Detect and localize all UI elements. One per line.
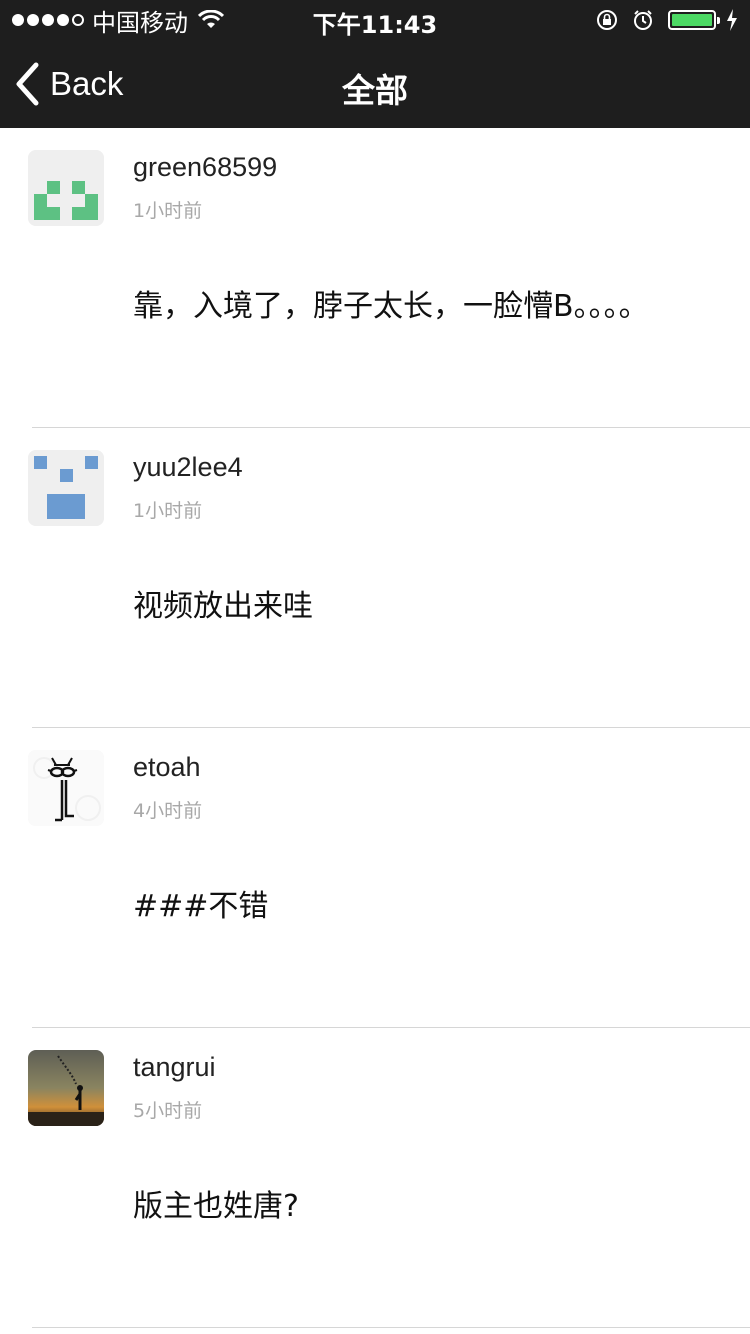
username[interactable]: etoah (133, 752, 201, 783)
username[interactable]: green68599 (133, 152, 277, 183)
comment-item: tangrui 5小时前 版主也姓唐? (0, 1028, 750, 1328)
avatar[interactable] (28, 750, 104, 826)
avatar[interactable] (28, 450, 104, 526)
comment-item: yuu2lee4 1小时前 视频放出来哇 (0, 428, 750, 728)
avatar[interactable] (28, 150, 104, 226)
comment-list: green68599 1小时前 靠，入境了，脖子太长，一脸懵B。。。。 yuu2… (0, 128, 750, 1328)
timestamp: 5小时前 (133, 1100, 203, 1122)
timestamp: 4小时前 (133, 800, 203, 822)
rotation-lock-icon (597, 10, 617, 30)
comment-item: etoah 4小时前 ###不错 (0, 728, 750, 1028)
comment-text: 靠，入境了，脖子太长，一脸懵B。。。。 (133, 289, 649, 324)
comment-text: ###不错 (133, 889, 269, 924)
timestamp: 1小时前 (133, 500, 203, 522)
battery-icon (668, 10, 720, 30)
username[interactable]: yuu2lee4 (133, 452, 243, 483)
alarm-icon (634, 10, 652, 30)
comment-text: 版主也姓唐? (133, 1189, 299, 1224)
comment-item: green68599 1小时前 靠，入境了，脖子太长，一脸懵B。。。。 (0, 128, 750, 428)
page-title: 全部 (342, 71, 408, 110)
status-bar: 中国移动 下午11:43 (0, 0, 750, 40)
avatar[interactable] (28, 1050, 104, 1126)
divider (32, 1327, 750, 1328)
charging-icon (727, 9, 737, 31)
comment-text: 视频放出来哇 (133, 589, 313, 624)
navigation-bar: Back 全部 (0, 40, 750, 128)
timestamp: 1小时前 (133, 200, 203, 222)
username[interactable]: tangrui (133, 1052, 216, 1083)
